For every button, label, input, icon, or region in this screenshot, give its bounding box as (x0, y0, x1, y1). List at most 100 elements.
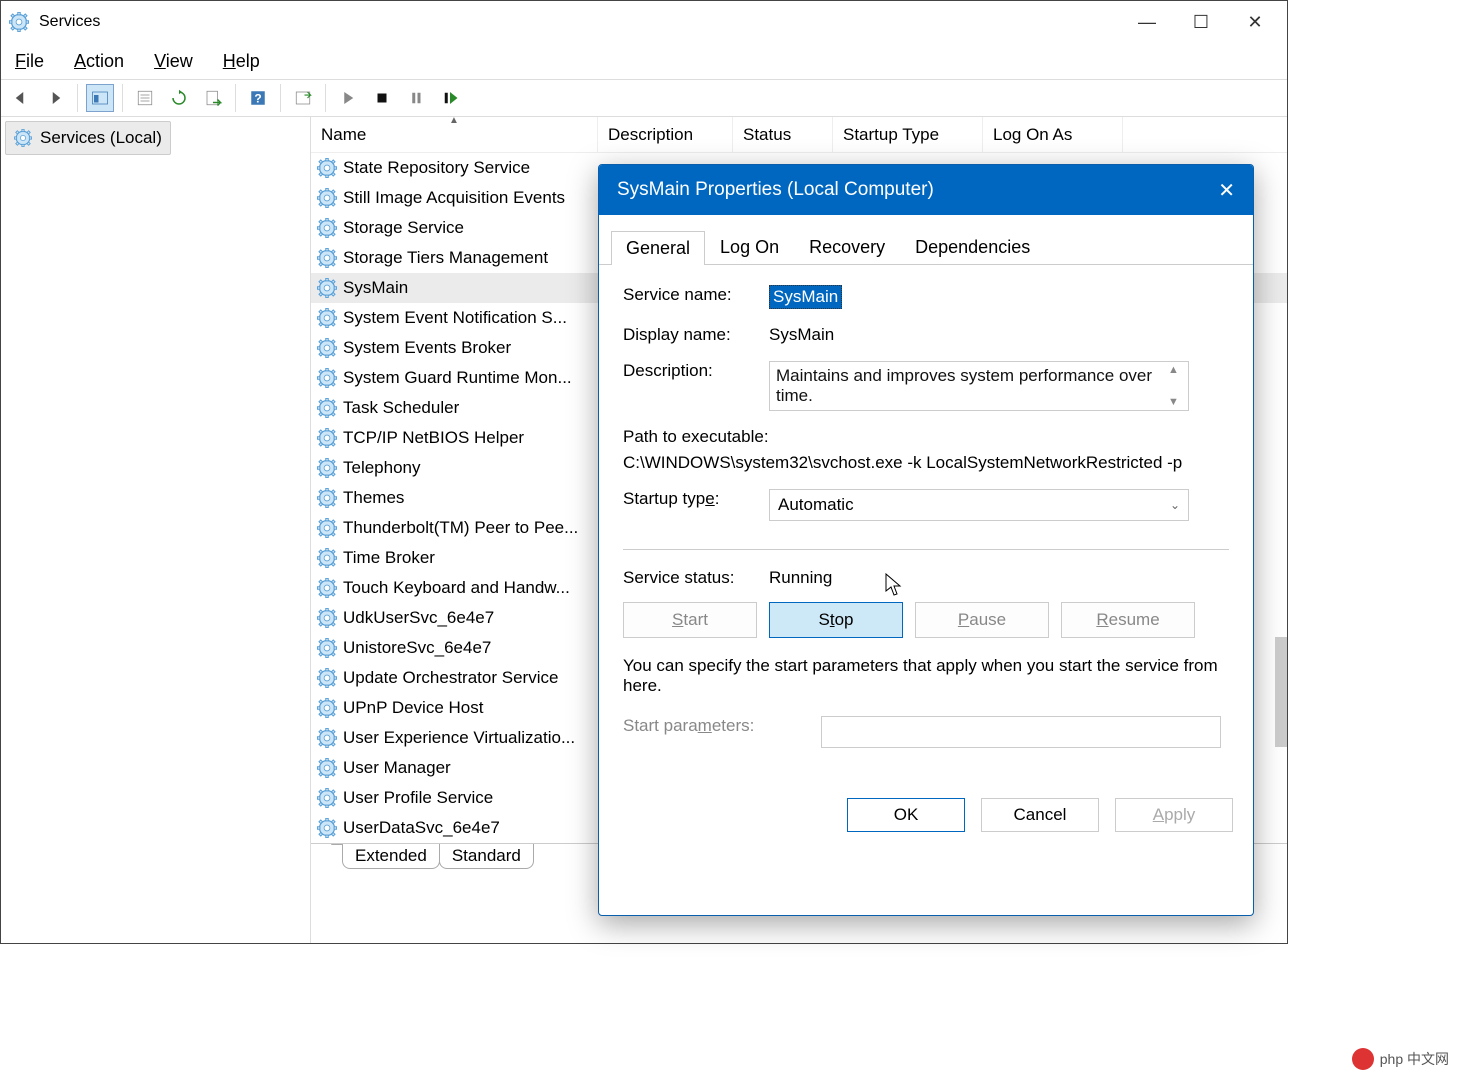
help-button[interactable]: ? (244, 84, 272, 112)
tab-log-on[interactable]: Log On (705, 230, 794, 264)
pause-service-button[interactable] (402, 84, 430, 112)
start-service-button[interactable] (334, 84, 362, 112)
gear-icon (317, 578, 337, 598)
label-start-parameters: Start parameters: (623, 716, 793, 736)
gear-icon (317, 158, 337, 178)
column-name[interactable]: ▲Name (311, 117, 598, 152)
tab-recovery[interactable]: Recovery (794, 230, 900, 264)
label-service-name: Service name: (623, 285, 769, 305)
description-textbox[interactable]: Maintains and improves system performanc… (769, 361, 1189, 411)
service-name-cell: User Manager (343, 758, 601, 778)
scroll-down-icon[interactable]: ▼ (1168, 396, 1186, 408)
dialog-close-button[interactable]: ✕ (1218, 178, 1235, 203)
maximize-button[interactable]: ☐ (1189, 12, 1213, 33)
restart-service-button[interactable] (436, 84, 464, 112)
toolbar-detail-button[interactable] (289, 84, 317, 112)
menu-help[interactable]: Help (223, 51, 260, 72)
cancel-button[interactable]: Cancel (981, 798, 1099, 832)
gear-icon (14, 129, 32, 147)
export-button[interactable] (199, 84, 227, 112)
service-name-cell: SysMain (343, 278, 601, 298)
refresh-button[interactable] (165, 84, 193, 112)
dialog-tabs: General Log On Recovery Dependencies (599, 225, 1253, 265)
php-logo-icon (1352, 1048, 1374, 1070)
minimize-button[interactable]: — (1135, 12, 1159, 33)
value-service-name[interactable]: SysMain (769, 285, 842, 309)
gear-icon (317, 758, 337, 778)
tree-node-services-local[interactable]: Services (Local) (5, 121, 171, 155)
titlebar: Services — ☐ ✕ (1, 1, 1287, 43)
gear-icon (317, 638, 337, 658)
label-path: Path to executable: (623, 427, 1229, 447)
gear-icon (317, 788, 337, 808)
nav-back-button[interactable] (7, 84, 35, 112)
vertical-scrollbar[interactable] (1275, 637, 1287, 747)
gear-icon (317, 488, 337, 508)
service-name-cell: TCP/IP NetBIOS Helper (343, 428, 601, 448)
service-name-cell: Themes (343, 488, 601, 508)
gear-icon (317, 428, 337, 448)
start-parameters-input (821, 716, 1221, 748)
gear-icon (317, 398, 337, 418)
gear-icon (317, 818, 337, 838)
tab-standard[interactable]: Standard (439, 844, 534, 869)
scroll-up-icon[interactable]: ▲ (1168, 364, 1186, 376)
apply-button: Apply (1115, 798, 1233, 832)
dialog-title: SysMain Properties (Local Computer) (617, 179, 1218, 201)
service-name-cell: UserDataSvc_6e4e7 (343, 818, 601, 838)
column-log-on-as[interactable]: Log On As (983, 117, 1123, 152)
gear-icon (317, 248, 337, 268)
label-startup-type: Startup type: (623, 489, 769, 509)
gear-icon (317, 548, 337, 568)
ok-button[interactable]: OK (847, 798, 965, 832)
tab-dependencies[interactable]: Dependencies (900, 230, 1045, 264)
dialog-footer: OK Cancel Apply (599, 784, 1253, 846)
gear-icon (317, 608, 337, 628)
toolbar: ? (1, 79, 1287, 117)
menu-view[interactable]: View (154, 51, 193, 72)
startup-type-dropdown[interactable]: Automatic ⌄ (769, 489, 1189, 521)
column-status[interactable]: Status (733, 117, 833, 152)
gear-icon (317, 668, 337, 688)
service-name-cell: Update Orchestrator Service (343, 668, 601, 688)
nav-forward-button[interactable] (41, 84, 69, 112)
gear-icon (317, 518, 337, 538)
column-description[interactable]: Description (598, 117, 733, 152)
console-tree: Services (Local) (1, 117, 311, 943)
service-name-cell: System Guard Runtime Mon... (343, 368, 601, 388)
column-startup-type[interactable]: Startup Type (833, 117, 983, 152)
service-name-cell: Storage Tiers Management (343, 248, 601, 268)
start-params-hint: You can specify the start parameters tha… (623, 656, 1229, 696)
service-name-cell: User Experience Virtualizatio... (343, 728, 601, 748)
menu-action[interactable]: Action (74, 51, 124, 72)
service-name-cell: System Events Broker (343, 338, 601, 358)
chevron-down-icon: ⌄ (1170, 498, 1180, 512)
close-button[interactable]: ✕ (1243, 12, 1267, 33)
gear-icon (317, 308, 337, 328)
menubar: File Action View Help (1, 43, 1287, 79)
service-name-cell: Task Scheduler (343, 398, 601, 418)
value-display-name: SysMain (769, 325, 834, 345)
gear-icon (317, 368, 337, 388)
window-title: Services (39, 13, 1135, 31)
dialog-titlebar: SysMain Properties (Local Computer) ✕ (599, 165, 1253, 215)
resume-button: Resume (1061, 602, 1195, 638)
watermark: php 中文网 (1352, 1048, 1449, 1070)
gear-icon (317, 338, 337, 358)
show-hide-tree-button[interactable] (86, 84, 114, 112)
stop-button[interactable]: Stop (769, 602, 903, 638)
gear-icon (317, 278, 337, 298)
tab-general[interactable]: General (611, 231, 705, 265)
list-header: ▲Name Description Status Startup Type Lo… (311, 117, 1287, 153)
tab-extended[interactable]: Extended (342, 844, 440, 869)
value-path: C:\WINDOWS\system32\svchost.exe -k Local… (623, 453, 1229, 473)
stop-service-button[interactable] (368, 84, 396, 112)
label-display-name: Display name: (623, 325, 769, 345)
menu-file[interactable]: File (15, 51, 44, 72)
start-button: Start (623, 602, 757, 638)
service-name-cell: UPnP Device Host (343, 698, 601, 718)
gear-icon (317, 188, 337, 208)
properties-button[interactable] (131, 84, 159, 112)
service-name-cell: Storage Service (343, 218, 601, 238)
service-name-cell: User Profile Service (343, 788, 601, 808)
